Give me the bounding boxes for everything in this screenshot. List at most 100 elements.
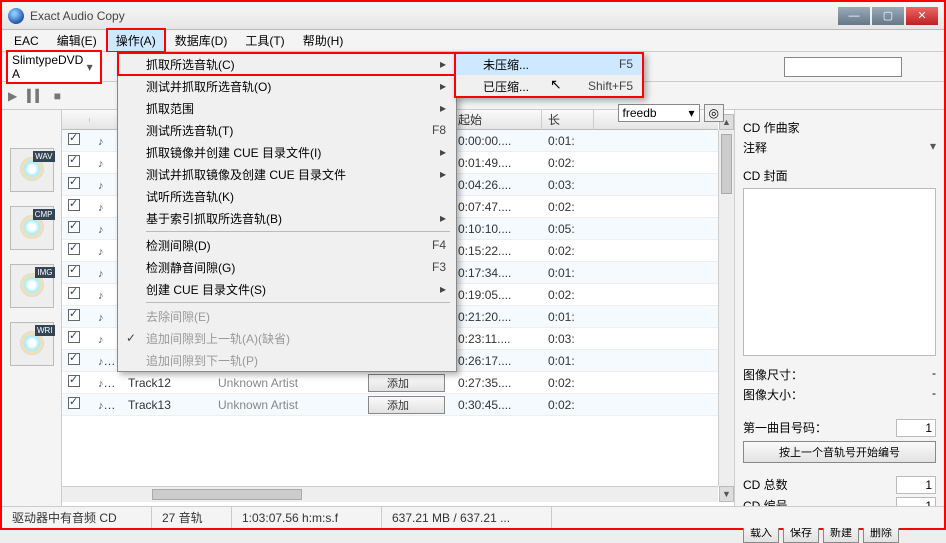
pause-icon[interactable]: ▍▍ [27,89,43,103]
note-icon: ♪ [98,290,104,302]
hscroll-thumb[interactable] [152,489,302,500]
note-icon: ♪ [98,180,104,192]
cover-label: CD 封面 [743,167,936,184]
menu-item[interactable]: 检测间隙(D)F4 [118,234,456,256]
menu-item[interactable]: 创建 CUE 目录文件(S)▸ [118,278,456,300]
composer-label: CD 作曲家 [743,119,800,136]
close-button[interactable]: ✕ [906,7,938,25]
menu-item[interactable]: 抓取所选音轨(C)▸ [118,53,456,75]
note-icon: ♪ [98,136,104,148]
menu-item[interactable]: 试听所选音轨(K) [118,185,456,207]
cursor-icon: ↖ [550,76,562,93]
vertical-scrollbar[interactable]: ▲ ▼ [718,130,734,486]
action-dropdown: 抓取所选音轨(C)▸测试并抓取所选音轨(O)▸抓取范围▸测试所选音轨(T)F8抓… [117,52,457,372]
format-wri[interactable]: WRI [10,322,54,366]
menu-item[interactable]: 基于索引抓取所选音轨(B)▸ [118,207,456,229]
status-time: 1:03:07.56 h:m:s.f [232,507,382,528]
add-lyric-button[interactable]: 添加 [368,374,445,392]
submenu-item[interactable]: 未压缩...F5 [455,53,643,75]
image-dim-label: 图像尺寸： [743,366,803,383]
status-tracks: 27 音轨 [152,507,232,528]
note-icon: ♪ [98,246,104,258]
comment-label: 注释 [743,139,767,156]
submenu-item[interactable]: 已压缩...Shift+F5 [455,75,643,97]
col-length[interactable]: 长 [542,110,594,130]
format-sidebar: WAV CMP IMG WRI [2,110,62,506]
minimize-button[interactable]: — [838,7,870,25]
renumber-button[interactable]: 按上一个音轨号开始编号 [743,441,936,463]
row-checkbox[interactable] [68,155,80,167]
freedb-select[interactable]: freedb▾ [618,104,700,122]
horizontal-scrollbar[interactable] [62,486,718,502]
status-drive: 驱动器中有音频 CD [2,507,152,528]
titlebar: Exact Audio Copy — ▢ ✕ [2,2,944,30]
row-checkbox[interactable] [68,309,80,321]
stop-icon[interactable]: ■ [54,89,61,103]
table-row[interactable]: ♪13Track13Unknown Artist添加0:30:45....0:0… [62,394,718,416]
menu-item[interactable]: 检测静音间隙(G)F3 [118,256,456,278]
row-checkbox[interactable] [68,199,80,211]
row-checkbox[interactable] [68,177,80,189]
row-checkbox[interactable] [68,353,80,365]
menu-item: 追加间隙到下一轨(P) [118,349,456,371]
format-wav[interactable]: WAV [10,148,54,192]
menu-item: ✓追加间隙到上一轨(A)(缺省) [118,327,456,349]
format-cmp[interactable]: CMP [10,206,54,250]
window-title: Exact Audio Copy [30,9,838,23]
maximize-button[interactable]: ▢ [872,7,904,25]
menu-item[interactable]: 抓取镜像并创建 CUE 目录文件(I)▸ [118,141,456,163]
status-size: 637.21 MB / 637.21 ... [382,507,552,528]
note-icon: ♪ [98,334,104,346]
cd-total-value[interactable]: 1 [896,476,936,494]
scroll-thumb[interactable] [721,134,732,194]
note-icon: ♪ [98,268,104,280]
menu-item[interactable]: 测试并抓取所选音轨(O)▸ [118,75,456,97]
drive-name: SlimtypeDVD A [12,53,83,81]
row-checkbox[interactable] [68,287,80,299]
menu-item[interactable]: 抓取范围▸ [118,97,456,119]
row-checkbox[interactable] [68,133,80,145]
app-icon [8,8,24,24]
cover-box[interactable] [743,188,936,356]
play-icon[interactable]: ▶ [8,89,17,103]
first-track-label: 第一曲目号码： [743,419,827,437]
note-icon: ♪ [98,400,104,412]
note-icon: ♪ [98,224,104,236]
menu-tools[interactable]: 工具(T) [237,30,292,51]
freedb-go-button[interactable]: ◎ [704,104,724,122]
menu-help[interactable]: 帮助(H) [295,30,352,51]
table-row[interactable]: ♪12Track12Unknown Artist添加0:27:35....0:0… [62,372,718,394]
note-icon: ♪ [98,202,104,214]
add-lyric-button[interactable]: 添加 [368,396,445,414]
note-icon: ♪ [98,378,104,390]
chevron-down-icon[interactable]: ▾ [930,139,936,156]
right-panel: CD 作曲家 注释▾ CD 封面 图像尺寸：- 图像大小：- 第一曲目号码：1 … [734,110,944,506]
drive-select[interactable]: SlimtypeDVD A ▾ [6,50,102,84]
menu-item[interactable]: 测试并抓取镜像及创建 CUE 目录文件▸ [118,163,456,185]
menu-eac[interactable]: EAC [6,32,47,50]
row-checkbox[interactable] [68,265,80,277]
statusbar: 驱动器中有音频 CD 27 音轨 1:03:07.56 h:m:s.f 637.… [2,506,944,528]
cd-title-field[interactable] [784,57,902,77]
row-checkbox[interactable] [68,243,80,255]
note-icon: ♪ [98,312,104,324]
note-icon: ♪ [98,158,104,170]
scroll-down-icon[interactable]: ▼ [719,486,734,502]
col-start[interactable]: 起始 [452,110,542,130]
row-checkbox[interactable] [68,221,80,233]
format-img[interactable]: IMG [10,264,54,308]
row-checkbox[interactable] [68,397,80,409]
note-icon: ♪ [98,356,104,368]
menu-edit[interactable]: 编辑(E) [49,30,105,51]
menu-action[interactable]: 操作(A) [107,29,165,52]
chevron-down-icon: ▾ [83,60,96,74]
extract-submenu: 未压缩...F5已压缩...Shift+F5 [454,52,644,98]
first-track-value[interactable]: 1 [896,419,936,437]
menubar: EAC 编辑(E) 操作(A) 数据库(D) 工具(T) 帮助(H) [2,30,944,52]
row-checkbox[interactable] [68,375,80,387]
cd-total-label: CD 总数 [743,476,788,494]
menu-item[interactable]: 测试所选音轨(T)F8 [118,119,456,141]
menu-database[interactable]: 数据库(D) [167,30,236,51]
row-checkbox[interactable] [68,331,80,343]
menu-item: 去除间隙(E) [118,305,456,327]
